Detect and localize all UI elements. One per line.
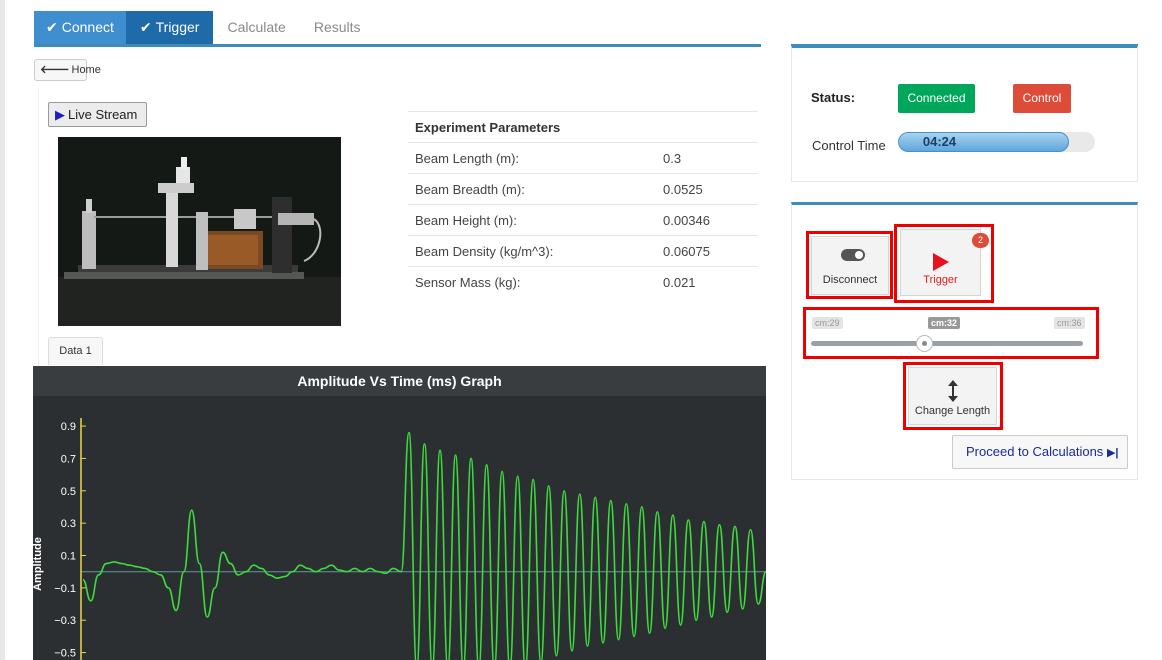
home-button[interactable]: 🡐 Home	[34, 59, 101, 81]
play-icon	[933, 253, 949, 271]
change-length-button[interactable]: Change Length	[908, 367, 997, 425]
chart-plot: 0.9 0.7 0.5 0.3 0.1 −0.1 −0.3 −0.5 Amplitude	[33, 418, 766, 660]
tab-connect[interactable]: ✔ Connect	[34, 11, 126, 44]
tab-calculate[interactable]: Calculate	[213, 11, 299, 44]
y-tick-label: 0.3	[61, 518, 76, 530]
tab-results-label: Results	[313, 19, 361, 35]
param-label: Beam Height (m):	[415, 212, 517, 228]
y-tick-label: 0.1	[61, 551, 76, 563]
highlight-box-slider	[803, 307, 1099, 359]
param-label: Beam Density (kg/m^3):	[415, 243, 554, 259]
series-line-amplitude	[82, 431, 766, 660]
trigger-button[interactable]: Trigger	[900, 229, 981, 296]
y-tick-label: 0.5	[61, 486, 76, 498]
tab-connect-label: Connect	[61, 19, 114, 35]
wizard-tabs: ✔ Connect ✔ Trigger Calculate Results	[34, 11, 375, 44]
home-label: Home	[71, 64, 101, 76]
y-tick-label: 0.7	[61, 453, 76, 465]
param-value: 0.0525	[663, 181, 703, 197]
tab-data-1[interactable]: Data 1	[48, 337, 103, 365]
proceed-to-calculations-button[interactable]: Proceed to Calculations ▶|	[952, 435, 1128, 469]
table-row: Beam Breadth (m): 0.0525	[408, 173, 758, 204]
param-value: 0.3	[663, 150, 682, 166]
control-time-label: Control Time	[812, 138, 886, 153]
param-value: 0.021	[663, 274, 696, 290]
param-value: 0.00346	[663, 212, 710, 228]
table-row: Beam Height (m): 0.00346	[408, 204, 758, 235]
live-stream-button[interactable]: ▶ Live Stream	[48, 102, 147, 127]
status-card	[791, 45, 1138, 182]
param-label: Beam Length (m):	[415, 150, 520, 166]
experiment-camera-image	[58, 137, 341, 326]
param-label: Beam Breadth (m):	[415, 181, 525, 197]
y-tick-label: −0.3	[54, 615, 76, 627]
check-icon: ✔	[139, 19, 152, 35]
disconnect-label: Disconnect	[822, 274, 878, 286]
slider-value-label: cm:32	[928, 317, 961, 329]
tab-calculate-label: Calculate	[227, 19, 286, 35]
table-row: Beam Density (kg/m^3): 0.06075	[408, 235, 758, 266]
table-row: Sensor Mass (kg): 0.021	[408, 266, 758, 297]
proceed-label: Proceed to Calculations	[966, 444, 1104, 459]
trigger-label: Trigger	[923, 274, 958, 286]
table-row: Beam Length (m): 0.3	[408, 142, 758, 173]
param-label: Sensor Mass (kg):	[415, 274, 521, 290]
control-time-progress: 04:24	[898, 132, 1095, 152]
control-time-value: 04:24	[922, 134, 957, 149]
check-icon: ✔	[46, 19, 58, 35]
trigger-count-badge: 2	[972, 233, 989, 248]
skip-forward-icon: ▶|	[1106, 447, 1119, 459]
slider-min-label: cm:29	[812, 317, 843, 329]
status-label: Status:	[811, 90, 856, 105]
toggle-icon	[841, 249, 865, 261]
param-value: 0.06075	[663, 243, 710, 259]
left-panel-border	[34, 44, 761, 47]
arrow-left-icon: 🡐	[40, 64, 70, 76]
y-tick-label: −0.5	[54, 648, 76, 660]
slider-max-label: cm:36	[1054, 317, 1085, 329]
disconnect-button[interactable]: Disconnect	[811, 236, 889, 295]
y-tick-label: 0.9	[61, 421, 76, 433]
table-header-row: Experiment Parameters	[408, 111, 758, 142]
table-header: Experiment Parameters	[415, 119, 561, 135]
experiment-parameters-table: Experiment Parameters Beam Length (m): 0.…	[408, 111, 758, 297]
page-left-edge	[0, 0, 5, 660]
control-badge: Control	[1013, 84, 1071, 113]
live-stream-label: Live Stream	[68, 107, 138, 122]
connected-badge: Connected	[898, 84, 975, 113]
amplitude-chart: Amplitude Vs Time (ms) Graph 0.9 0.7 0.5 0.…	[33, 366, 766, 660]
vertical-resize-icon	[948, 380, 958, 402]
y-tick-label: −0.1	[54, 583, 76, 595]
change-length-label: Change Length	[914, 405, 991, 417]
tab-results[interactable]: Results	[300, 11, 375, 44]
tab-trigger-label: Trigger	[155, 19, 200, 35]
play-icon: ▶	[55, 107, 65, 122]
y-axis-label: Amplitude	[33, 537, 44, 591]
tab-trigger[interactable]: ✔ Trigger	[125, 11, 214, 44]
length-slider-track[interactable]	[811, 341, 1083, 346]
length-slider-handle[interactable]	[916, 335, 934, 352]
